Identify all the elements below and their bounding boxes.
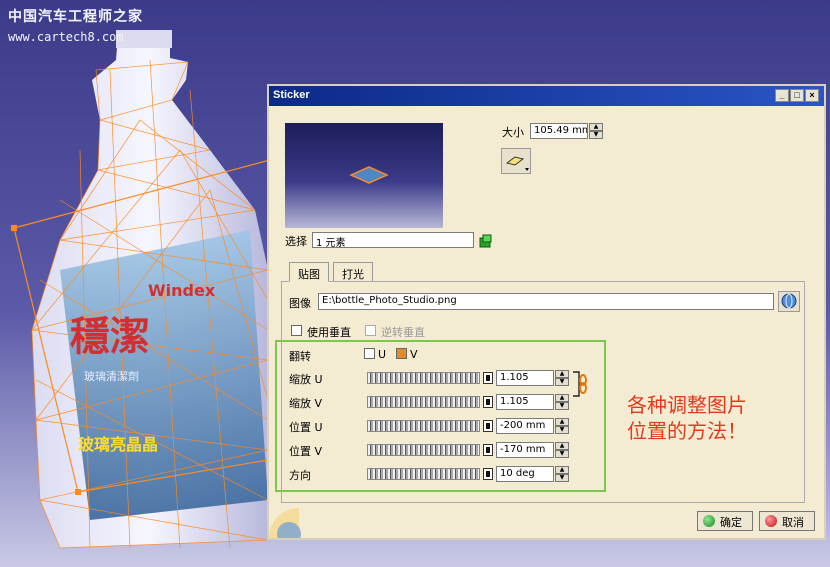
sun-decoration-icon — [269, 508, 301, 538]
globe-icon — [781, 293, 797, 309]
tab-texture[interactable]: 贴图 — [289, 262, 329, 282]
parameter-label: 位置 U — [289, 421, 323, 434]
link-icon[interactable] — [571, 369, 587, 399]
parameter-spinner[interactable]: ▲ ▼ — [555, 466, 569, 482]
flip-u-label: U — [378, 348, 387, 361]
size-input[interactable]: 105.49 mm — [530, 123, 588, 139]
use-normal-label: 使用垂直 — [307, 326, 351, 339]
parameter-slider[interactable] — [367, 420, 480, 432]
sticker-preview — [285, 123, 443, 228]
select-mode-icon[interactable] — [479, 234, 493, 248]
parameter-spinner[interactable]: ▲ ▼ — [555, 418, 569, 434]
slider-knob[interactable] — [483, 444, 493, 456]
flip-v-label: V — [410, 348, 418, 361]
ok-label: 确定 — [720, 516, 742, 529]
cancel-label: 取消 — [782, 516, 804, 529]
cancel-button[interactable]: 取消 — [759, 511, 815, 531]
preview-image — [349, 166, 389, 184]
parameter-spinner[interactable]: ▲ ▼ — [555, 370, 569, 386]
close-button[interactable]: × — [805, 89, 819, 102]
dialog-title: Sticker — [273, 89, 310, 101]
maximize-button[interactable]: □ — [790, 89, 804, 102]
svg-text:玻璃亮晶晶: 玻璃亮晶晶 — [78, 435, 158, 454]
ok-button[interactable]: 确定 — [697, 511, 753, 531]
select-input[interactable]: 1 元素 — [312, 232, 474, 248]
parameter-slider[interactable] — [367, 444, 480, 456]
flip-label: 翻转 — [289, 350, 311, 363]
slider-knob[interactable] — [483, 420, 493, 432]
svg-text:穩潔: 穩潔 — [70, 314, 150, 360]
parameter-value-input[interactable]: -170 mm — [496, 442, 554, 458]
parameter-label: 缩放 V — [289, 397, 323, 410]
use-normal-checkbox[interactable] — [291, 325, 302, 336]
minimize-button[interactable]: _ — [775, 89, 789, 102]
parameter-value-input[interactable]: 10 deg — [496, 466, 554, 482]
svg-text:玻璃清潔劑: 玻璃清潔劑 — [84, 369, 139, 383]
watermark-url: www.cartech8.com — [8, 30, 124, 44]
slider-knob[interactable] — [483, 372, 493, 384]
size-spinner[interactable]: ▲ ▼ — [589, 123, 603, 139]
flip-v-checkbox[interactable] — [396, 348, 407, 359]
annotation-line-1: 各种调整图片 — [627, 393, 747, 417]
slider-knob[interactable] — [483, 468, 493, 480]
annotation-text: 各种调整图片 位置的方法！ — [627, 392, 747, 444]
image-path-input[interactable]: E:\bottle_Photo_Studio.png — [318, 293, 774, 310]
parameter-label: 缩放 U — [289, 373, 323, 386]
reverse-normal-checkbox[interactable] — [365, 325, 376, 336]
annotation-line-2: 位置的方法！ — [627, 419, 747, 443]
parameter-slider[interactable] — [367, 396, 480, 408]
parameter-slider[interactable] — [367, 372, 480, 384]
parameter-spinner[interactable]: ▲ ▼ — [555, 442, 569, 458]
flip-u-checkbox[interactable] — [364, 348, 375, 359]
slider-knob[interactable] — [483, 396, 493, 408]
ok-icon — [703, 515, 715, 527]
projection-type-button[interactable] — [501, 148, 531, 174]
parameter-value-input[interactable]: 1.105 — [496, 370, 554, 386]
watermark-title: 中国汽车工程师之家 — [8, 9, 143, 25]
parameter-value-input[interactable]: 1.105 — [496, 394, 554, 410]
parameter-value-input[interactable]: -200 mm — [496, 418, 554, 434]
parameter-label: 位置 V — [289, 445, 323, 458]
browse-image-button[interactable] — [778, 291, 800, 312]
parameter-slider[interactable] — [367, 468, 480, 480]
select-label: 选择 — [285, 235, 307, 248]
sticker-dialog: Sticker _ □ × 大小 105.49 mm ▲ ▼ 选择 1 元素 贴图… — [267, 84, 826, 540]
reverse-normal-label: 逆转垂直 — [381, 326, 425, 339]
cancel-icon — [765, 515, 777, 527]
parameter-spinner[interactable]: ▲ ▼ — [555, 394, 569, 410]
svg-text:Windex: Windex — [148, 281, 216, 300]
size-label: 大小 — [502, 126, 524, 139]
parameter-label: 方向 — [289, 469, 311, 482]
dialog-title-bar[interactable]: Sticker _ □ × — [269, 86, 824, 106]
image-label: 图像 — [289, 297, 311, 310]
tab-lighting[interactable]: 打光 — [333, 262, 373, 282]
plane-icon — [505, 156, 529, 171]
